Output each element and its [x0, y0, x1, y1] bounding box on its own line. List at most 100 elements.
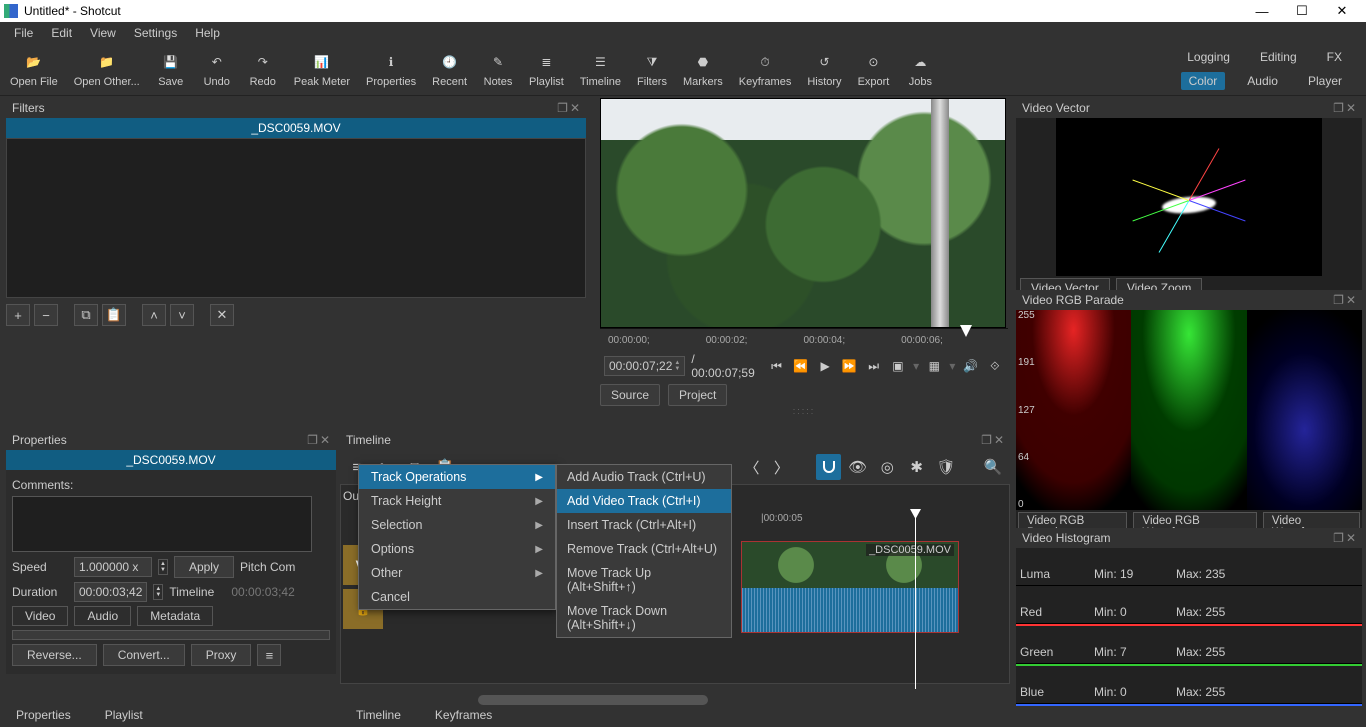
- tl-snap-button[interactable]: [816, 454, 841, 480]
- duration-spinner[interactable]: ▲▼: [153, 584, 163, 600]
- filters-undock-icon[interactable]: ❐: [557, 101, 568, 115]
- tl-ripple-button[interactable]: ◎: [875, 454, 900, 480]
- menu-file[interactable]: File: [6, 24, 41, 42]
- speed-input[interactable]: 1.000000 x: [74, 557, 152, 577]
- apply-button[interactable]: Apply: [174, 556, 234, 578]
- layout-player[interactable]: Player: [1300, 72, 1350, 90]
- skip-start-button[interactable]: ⏮: [767, 356, 785, 376]
- timecode-input[interactable]: 00:00:07;22▲▼: [604, 356, 685, 376]
- ctx-track-operations[interactable]: Track Operations▶: [359, 465, 555, 489]
- filters-list[interactable]: [6, 138, 586, 298]
- ctx-sub-item[interactable]: Add Audio Track (Ctrl+U): [557, 465, 731, 489]
- reverse-button[interactable]: Reverse...: [12, 644, 97, 666]
- ctx-other[interactable]: Other▶: [359, 561, 555, 585]
- props-audio-tab[interactable]: Audio: [74, 606, 131, 626]
- ctx-sub-item[interactable]: Move Track Up (Alt+Shift+↑): [557, 561, 731, 599]
- toolbar-open-file[interactable]: 📂Open File: [4, 49, 64, 90]
- properties-tab[interactable]: Properties: [6, 705, 81, 725]
- tl-zoom-out-button[interactable]: 🔍: [981, 454, 1006, 480]
- properties-undock-icon[interactable]: ❐: [307, 433, 318, 447]
- props-metadata-tab[interactable]: Metadata: [137, 606, 213, 626]
- grid-button[interactable]: ▦: [925, 356, 943, 376]
- ctx-sub-item[interactable]: Insert Track (Ctrl+Alt+I): [557, 513, 731, 537]
- window-close-button[interactable]: ✕: [1322, 0, 1362, 22]
- volume-button[interactable]: 🔊: [961, 356, 979, 376]
- vv-undock-icon[interactable]: ❐: [1333, 101, 1344, 115]
- keyframes-tab[interactable]: Keyframes: [425, 705, 502, 725]
- toolbar-open-other[interactable]: 📁Open Other...: [68, 49, 146, 90]
- layout-color[interactable]: Color: [1181, 72, 1226, 90]
- zoom-fit-button[interactable]: ▣: [889, 356, 907, 376]
- window-minimize-button[interactable]: —: [1242, 0, 1282, 22]
- player-source-tab[interactable]: Source: [600, 384, 660, 406]
- filter-down-button[interactable]: ˅: [170, 304, 194, 326]
- props-video-tab[interactable]: Video: [12, 606, 68, 626]
- menu-settings[interactable]: Settings: [126, 24, 185, 42]
- play-button[interactable]: ▶: [816, 356, 834, 376]
- toolbar-peak-meter[interactable]: 📊Peak Meter: [288, 49, 356, 90]
- playlist-tab[interactable]: Playlist: [95, 705, 153, 725]
- drag-handle-icon[interactable]: :::::: [600, 406, 1008, 416]
- hist-undock-icon[interactable]: ❐: [1333, 531, 1344, 545]
- filter-paste-button[interactable]: 📋: [102, 304, 126, 326]
- parade-close-icon[interactable]: ✕: [1346, 293, 1356, 307]
- player-viewport[interactable]: [600, 98, 1006, 328]
- timeline-tab[interactable]: Timeline: [346, 705, 411, 725]
- tl-ripple-all-button[interactable]: ✱: [904, 454, 929, 480]
- hist-close-icon[interactable]: ✕: [1346, 531, 1356, 545]
- filter-up-button[interactable]: ˄: [142, 304, 166, 326]
- properties-menu-button[interactable]: ≡: [257, 644, 281, 666]
- ctx-selection[interactable]: Selection▶: [359, 513, 555, 537]
- filter-add-button[interactable]: +: [6, 304, 30, 326]
- window-maximize-button[interactable]: ☐: [1282, 0, 1322, 22]
- menu-view[interactable]: View: [82, 24, 124, 42]
- forward-button[interactable]: ⏩: [840, 356, 858, 376]
- toolbar-history[interactable]: ↺History: [801, 49, 847, 90]
- timeline-playhead[interactable]: [915, 509, 916, 689]
- tl-prev-button[interactable]: 〈: [739, 454, 764, 480]
- tl-ripple-markers-button[interactable]: 🛡: [933, 454, 958, 480]
- filters-close-icon[interactable]: ✕: [570, 101, 580, 115]
- timeline-close-icon[interactable]: ✕: [994, 433, 1004, 447]
- filter-disable-button[interactable]: ✕: [210, 304, 234, 326]
- properties-close-icon[interactable]: ✕: [320, 433, 330, 447]
- toolbar-save[interactable]: 💾Save: [150, 49, 192, 90]
- toolbar-properties[interactable]: ℹProperties: [360, 49, 422, 90]
- toolbar-recent[interactable]: 🕘Recent: [426, 49, 473, 90]
- tl-scrub-button[interactable]: 👁: [845, 454, 870, 480]
- duration-input[interactable]: 00:00:03;42: [74, 582, 147, 602]
- ctx-sub-item[interactable]: Move Track Down (Alt+Shift+↓): [557, 599, 731, 637]
- layout-editing[interactable]: Editing: [1252, 48, 1305, 66]
- ctx-track-height[interactable]: Track Height▶: [359, 489, 555, 513]
- timeline-hscroll[interactable]: [478, 695, 708, 705]
- ctx-sub-item[interactable]: Remove Track (Ctrl+Alt+U): [557, 537, 731, 561]
- toolbar-export[interactable]: ⊙Export: [852, 49, 896, 90]
- props-hscroll[interactable]: [12, 630, 330, 640]
- toolbar-filters[interactable]: ⧩Filters: [631, 49, 673, 90]
- filter-copy-button[interactable]: ⧉: [74, 304, 98, 326]
- skip-end-button[interactable]: ⏭: [865, 356, 883, 376]
- toolbar-redo[interactable]: ↷Redo: [242, 49, 284, 90]
- toolbar-playlist[interactable]: ≣Playlist: [523, 49, 570, 90]
- ctx-cancel[interactable]: Cancel: [359, 585, 555, 609]
- timeline-clip[interactable]: _DSC0059.MOV: [741, 541, 959, 633]
- convert-button[interactable]: Convert...: [103, 644, 185, 666]
- player-ruler[interactable]: 00:00:00; 00:00:02; 00:00:04; 00:00:06;: [600, 328, 1008, 352]
- menu-help[interactable]: Help: [187, 24, 228, 42]
- layout-audio[interactable]: Audio: [1239, 72, 1286, 90]
- speed-spinner[interactable]: ▲▼: [158, 559, 168, 575]
- ctx-options[interactable]: Options▶: [359, 537, 555, 561]
- player-project-tab[interactable]: Project: [668, 384, 727, 406]
- timeline-undock-icon[interactable]: ❐: [981, 433, 992, 447]
- tl-next-button[interactable]: 〉: [769, 454, 794, 480]
- rewind-button[interactable]: ⏪: [792, 356, 810, 376]
- comments-input[interactable]: [12, 496, 312, 552]
- proxy-button[interactable]: Proxy: [191, 644, 252, 666]
- parade-undock-icon[interactable]: ❐: [1333, 293, 1344, 307]
- toolbar-markers[interactable]: ⬣Markers: [677, 49, 729, 90]
- layout-fx[interactable]: FX: [1319, 48, 1350, 66]
- toolbar-keyframes[interactable]: ⏱Keyframes: [733, 49, 798, 90]
- toolbar-jobs[interactable]: ☁Jobs: [899, 49, 941, 90]
- filter-remove-button[interactable]: −: [34, 304, 58, 326]
- menu-edit[interactable]: Edit: [43, 24, 80, 42]
